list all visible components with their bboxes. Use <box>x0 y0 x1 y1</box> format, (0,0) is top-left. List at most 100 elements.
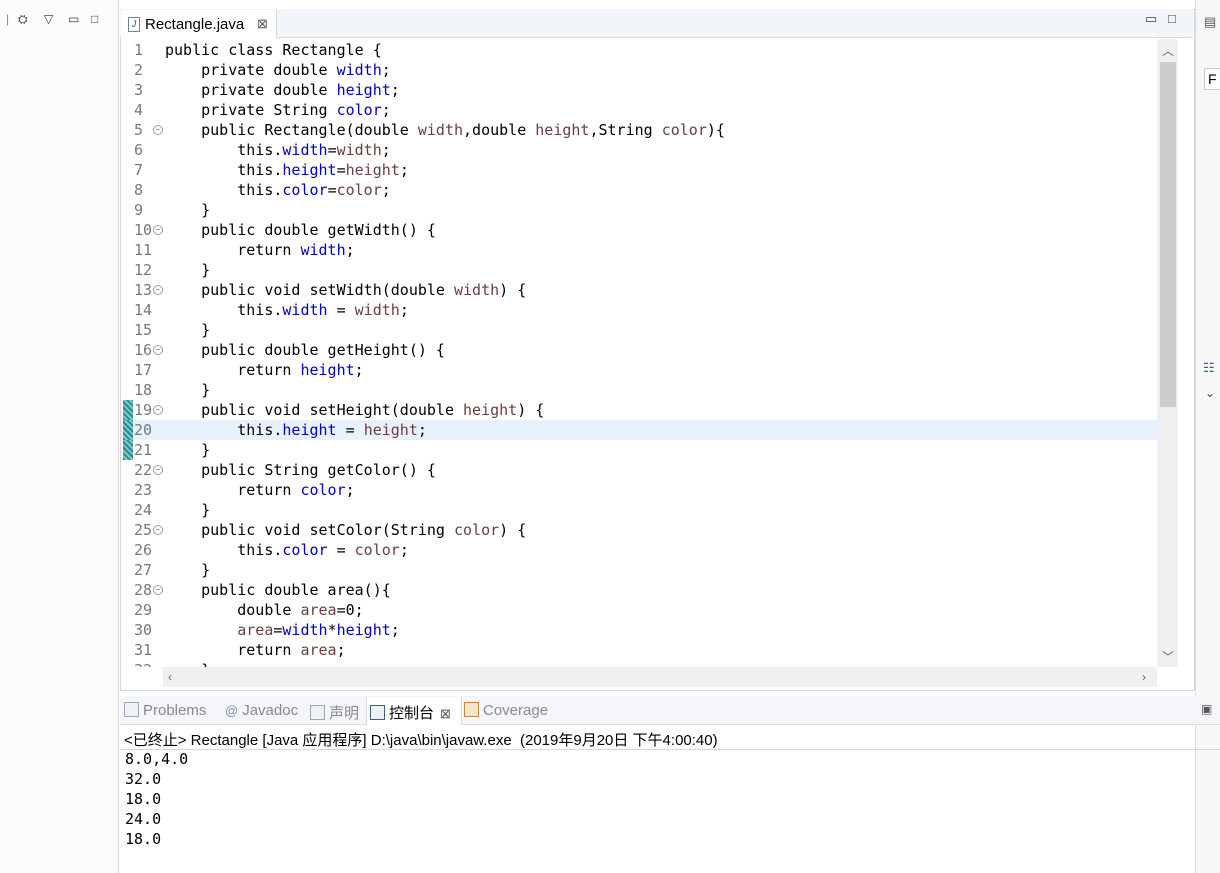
close-console-icon[interactable]: ⊠ <box>440 706 451 721</box>
vertical-scroll-thumb[interactable] <box>1160 62 1176 407</box>
tab-javadoc[interactable]: @ Javadoc <box>225 702 298 719</box>
code-line[interactable]: 10− public double getWidth() { <box>121 220 1157 240</box>
code-line[interactable]: 1 public class Rectangle { <box>121 40 1157 60</box>
chevron-down-icon[interactable]: ⌄ <box>1205 386 1215 400</box>
fold-toggle-icon[interactable]: − <box>153 405 163 415</box>
code-line[interactable]: 22− public String getColor() { <box>121 460 1157 480</box>
tree-icon[interactable]: ☷ <box>1203 360 1215 376</box>
code-line[interactable]: 13− public void setWidth(double width) { <box>121 280 1157 300</box>
console-icon <box>370 705 385 720</box>
code-line[interactable]: 5− public Rectangle(double width,double … <box>121 120 1157 140</box>
code-line[interactable]: 31 return area; <box>121 640 1157 660</box>
code-line[interactable]: 24 } <box>121 500 1157 520</box>
link-editor-icon[interactable]: ⛭ <box>18 12 28 26</box>
left-panel <box>0 0 119 873</box>
horizontal-scrollbar[interactable] <box>163 667 1157 687</box>
java-file-icon: J <box>128 17 140 32</box>
tab-label: Rectangle.java <box>145 16 245 33</box>
fold-toggle-icon[interactable]: − <box>153 465 163 475</box>
tab-declaration[interactable]: 声明 <box>310 702 359 723</box>
tab-rectangle-java[interactable]: J Rectangle.java ⊠ <box>121 10 277 38</box>
line-number: 27 <box>134 561 153 579</box>
coverage-icon <box>464 702 479 717</box>
editor-maximize-icon[interactable]: □ <box>1168 11 1176 26</box>
line-number: 7 <box>134 161 144 179</box>
code-text: this.width=width; <box>165 141 391 159</box>
line-number: 26 <box>134 541 153 559</box>
fold-toggle-icon[interactable]: − <box>153 225 163 235</box>
code-line[interactable]: 21 } <box>121 440 1157 460</box>
code-line[interactable]: 32 } <box>121 660 1157 667</box>
code-line[interactable]: 30 area=width*height; <box>121 620 1157 640</box>
tab-label: Problems <box>143 702 207 719</box>
tab-problems[interactable]: Problems <box>124 702 206 719</box>
code-line[interactable]: 9 } <box>121 200 1157 220</box>
fold-toggle-icon[interactable]: − <box>153 345 163 355</box>
code-line[interactable]: 23 return color; <box>121 480 1157 500</box>
code-text: double area=0; <box>165 601 364 619</box>
line-number: 29 <box>134 601 153 619</box>
code-line[interactable]: 8 this.color=color; <box>121 180 1157 200</box>
console-view-menu-icon[interactable]: ▣ <box>1201 702 1212 716</box>
line-number: 11 <box>134 241 153 259</box>
fold-toggle-icon[interactable]: − <box>153 285 163 295</box>
code-line[interactable]: 28− public double area(){ <box>121 580 1157 600</box>
change-marker <box>123 400 133 420</box>
code-line[interactable]: 6 this.width=width; <box>121 140 1157 160</box>
code-line[interactable]: 19− public void setHeight(double height)… <box>121 400 1157 420</box>
code-line[interactable]: 4 private String color; <box>121 100 1157 120</box>
editor-minimize-icon[interactable]: ▭ <box>1145 11 1157 27</box>
fold-toggle-icon[interactable]: − <box>153 585 163 595</box>
code-text: this.color = color; <box>165 541 409 559</box>
code-line[interactable]: 15 } <box>121 320 1157 340</box>
code-text: this.height = height; <box>165 421 427 439</box>
code-text: return height; <box>165 361 364 379</box>
code-text: private double width; <box>165 61 391 79</box>
left-panel-toolbar: | ⛭ ▽ ▭ □ <box>0 8 118 34</box>
tab-label: 声明 <box>329 705 360 722</box>
outline-icon[interactable]: ▤ <box>1204 14 1216 30</box>
code-text: public void setHeight(double height) { <box>165 401 545 419</box>
code-line[interactable]: 2 private double width; <box>121 60 1157 80</box>
scroll-right-icon[interactable]: › <box>1142 670 1146 684</box>
console-output[interactable]: 8.0,4.0 32.0 18.0 24.0 18.0 <box>0 749 1100 869</box>
code-text: public void setColor(String color) { <box>165 521 527 539</box>
code-line[interactable]: 11 return width; <box>121 240 1157 260</box>
code-editor[interactable]: 1 public class Rectangle {2 private doubl… <box>121 39 1157 667</box>
code-line[interactable]: 3 private double height; <box>121 80 1157 100</box>
code-text: } <box>165 660 210 667</box>
code-line[interactable]: 29 double area=0; <box>121 600 1157 620</box>
scroll-down-icon[interactable]: ﹀ <box>1162 648 1174 665</box>
line-number: 30 <box>134 621 153 639</box>
scroll-left-icon[interactable]: ‹ <box>168 670 172 684</box>
code-line[interactable]: 26 this.color = color; <box>121 540 1157 560</box>
right-panel: ▤ F ☷ ⌄ <box>1195 0 1220 873</box>
line-number: 1 <box>134 41 144 59</box>
line-number: 17 <box>134 361 153 379</box>
code-line[interactable]: 7 this.height=height; <box>121 160 1157 180</box>
tab-console[interactable]: 控制台 ⊠ <box>370 702 451 723</box>
fold-toggle-icon[interactable]: − <box>153 525 163 535</box>
code-line[interactable]: 25− public void setColor(String color) { <box>121 520 1157 540</box>
code-line[interactable]: 20 this.height = height; <box>121 420 1157 440</box>
code-line[interactable]: 18 } <box>121 380 1157 400</box>
tab-label: Javadoc <box>242 702 299 719</box>
fold-toggle-icon[interactable]: − <box>153 125 163 135</box>
code-line[interactable]: 16− public double getHeight() { <box>121 340 1157 360</box>
code-line[interactable]: 17 return height; <box>121 360 1157 380</box>
scroll-up-icon[interactable]: ︿ <box>1162 42 1174 59</box>
view-menu-icon[interactable]: ▽ <box>44 12 53 26</box>
close-tab-icon[interactable]: ⊠ <box>257 16 268 32</box>
tab-coverage[interactable]: Coverage <box>464 702 548 719</box>
code-line[interactable]: 14 this.width = width; <box>121 300 1157 320</box>
minimize-icon[interactable]: ▭ <box>68 12 79 26</box>
line-number: 23 <box>134 481 153 499</box>
right-panel-field[interactable]: F <box>1204 68 1220 90</box>
console-output-line: 32.0 <box>125 770 162 788</box>
line-number: 4 <box>134 101 144 119</box>
code-text: } <box>165 261 211 279</box>
code-line[interactable]: 12 } <box>121 260 1157 280</box>
code-text: } <box>165 561 211 579</box>
code-line[interactable]: 27 } <box>121 560 1157 580</box>
maximize-icon[interactable]: □ <box>91 12 98 26</box>
